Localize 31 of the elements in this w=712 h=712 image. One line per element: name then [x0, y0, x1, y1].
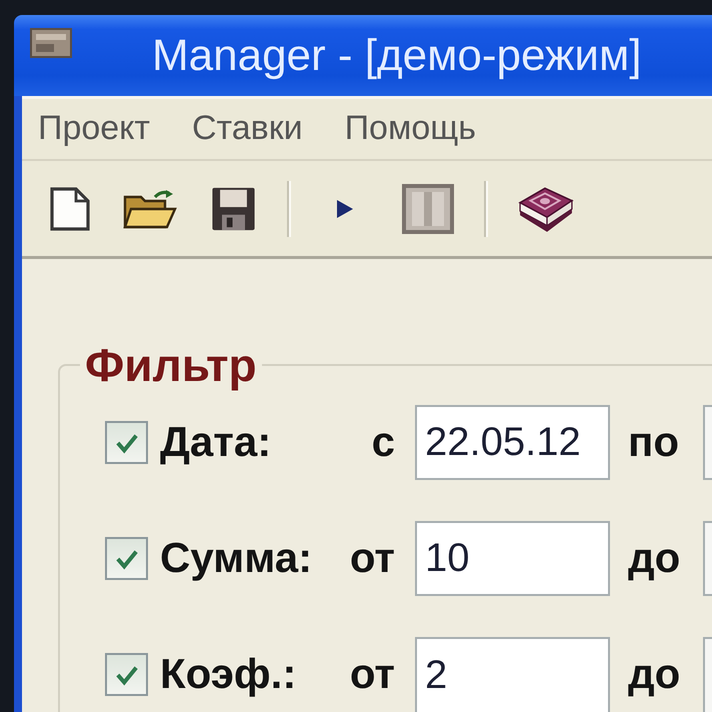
- checkbox[interactable]: [105, 421, 148, 464]
- range-label: с: [372, 418, 395, 466]
- input-field[interactable]: [703, 521, 712, 596]
- check-icon: [114, 664, 140, 686]
- stop-icon[interactable]: [402, 184, 454, 234]
- input-field[interactable]: 22.05.12: [415, 405, 610, 480]
- range-label: до: [628, 534, 680, 582]
- range-label: от: [350, 650, 395, 698]
- range-label: до: [628, 650, 680, 698]
- menu-item[interactable]: Помощь: [344, 110, 476, 148]
- group-title: Фильтр: [84, 342, 258, 388]
- check-icon: [114, 548, 140, 570]
- range-label: по: [628, 418, 680, 466]
- field-label: Сумма:: [160, 534, 312, 582]
- document-icon[interactable]: [50, 186, 90, 230]
- field-label: Коэф.:: [160, 650, 296, 698]
- menu-item[interactable]: Ставки: [192, 110, 303, 148]
- menu-item[interactable]: Проект: [38, 110, 150, 148]
- input-field[interactable]: [703, 637, 712, 712]
- check-icon: [114, 432, 140, 454]
- checkbox[interactable]: [105, 537, 148, 580]
- play-icon[interactable]: [335, 198, 354, 218]
- field-label: Дата:: [160, 418, 272, 466]
- input-field[interactable]: [703, 405, 712, 480]
- folder-icon[interactable]: [123, 188, 177, 228]
- input-field[interactable]: 2: [415, 637, 610, 712]
- checkbox[interactable]: [105, 653, 148, 696]
- input-field[interactable]: 10: [415, 521, 610, 596]
- window-title: Manager - [демо-режим]: [152, 34, 642, 78]
- app-icon: [30, 28, 72, 58]
- range-label: от: [350, 534, 395, 582]
